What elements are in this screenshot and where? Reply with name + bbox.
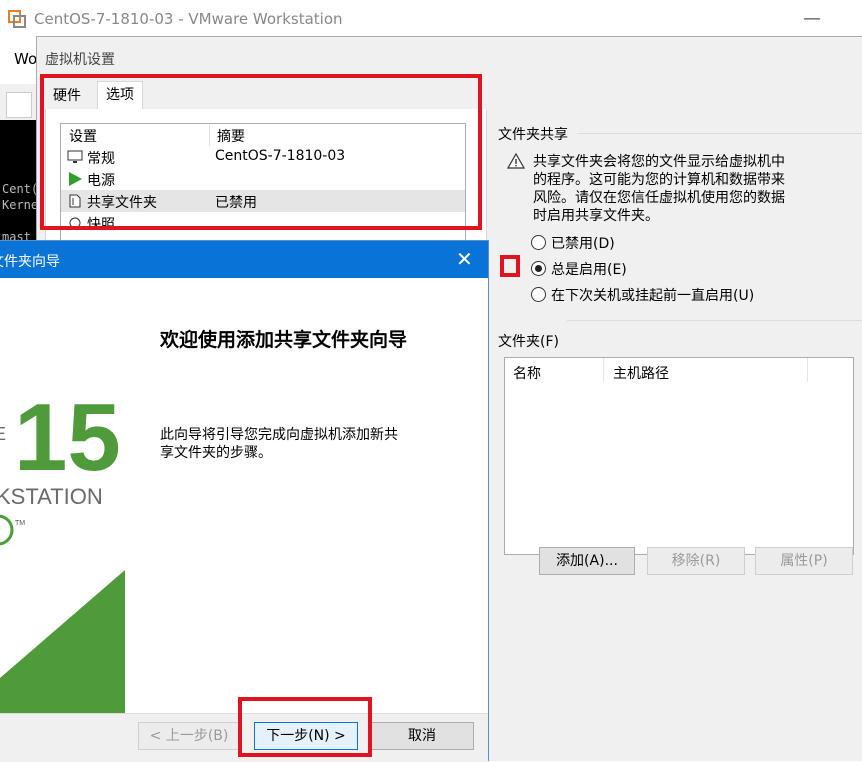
folders-label: 文件夹(F) <box>498 334 559 350</box>
wizard-title: 文件夹向导 <box>0 254 60 270</box>
warning-text: 时启用共享文件夹。 <box>533 208 659 224</box>
workstation-logo-image: 15 E KSTATION TM <box>0 384 125 713</box>
column-separator[interactable] <box>603 358 604 382</box>
header-host-path: 主机路径 <box>613 366 669 382</box>
radio-label: 在下次关机或挂起前一直启用(U) <box>551 288 755 304</box>
divider <box>567 320 862 321</box>
radio-button-selected[interactable] <box>531 261 546 276</box>
green-triangle-graphic <box>0 570 125 713</box>
logo-brand-text: KSTATION <box>0 484 103 509</box>
console-line: Kerne <box>2 198 36 212</box>
warning-text: 的程序。这可能为您的计算机和数据带来 <box>533 172 785 188</box>
add-button[interactable]: 添加(A)... <box>539 547 635 575</box>
wizard-titlebar: 文件夹向导 ✕ <box>0 241 488 278</box>
radio-label: 已禁用(D) <box>551 236 615 252</box>
logo-number: 15 <box>14 384 121 491</box>
back-button[interactable]: < 上一步(B) <box>138 722 240 750</box>
cancel-button[interactable]: 取消 <box>370 722 474 750</box>
radio-button[interactable] <box>531 235 546 250</box>
add-shared-folder-wizard: 文件夹向导 ✕ 15 E KSTATION TM 欢迎使用添加共享文件夹向导 此… <box>0 240 489 762</box>
menu-bar-partial[interactable]: Wo <box>14 50 37 68</box>
remove-button[interactable]: 移除(R) <box>647 547 745 575</box>
radio-until-poweroff[interactable]: 在下次关机或挂起前一直启用(U) <box>531 285 754 305</box>
dialog-title: 虚拟机设置 <box>45 52 115 68</box>
share-group-label: 文件夹共享 <box>498 127 568 143</box>
vm-tab-icon[interactable] <box>6 92 32 118</box>
header-name: 名称 <box>513 366 541 382</box>
close-icon[interactable]: ✕ <box>456 247 473 271</box>
radio-disabled[interactable]: 已禁用(D) <box>531 233 615 253</box>
folders-table[interactable]: 名称 主机路径 <box>504 357 854 555</box>
logo-prefix-text: E <box>0 424 6 444</box>
highlight-box-radio <box>500 255 520 277</box>
wizard-body-text: 享文件夹的步骤。 <box>160 445 272 461</box>
radio-always-enabled[interactable]: 总是启用(E) <box>531 259 627 279</box>
warning-text: 共享文件夹会将您的文件显示给虚拟机中 <box>533 154 785 170</box>
logo-tm: TM <box>15 520 25 527</box>
vmware-logo-icon <box>8 10 26 28</box>
window-title: CentOS-7-1810-03 - VMware Workstation <box>34 10 343 28</box>
properties-button[interactable]: 属性(P) <box>755 547 853 575</box>
highlight-box-tabs <box>40 74 482 230</box>
column-separator[interactable] <box>807 358 808 382</box>
console-line: Cent( <box>2 182 36 196</box>
divider <box>577 133 862 134</box>
radio-label: 总是启用(E) <box>551 262 627 278</box>
wizard-body-text: 此向导将引导您完成向虚拟机添加新共 <box>160 427 398 443</box>
wizard-heading: 欢迎使用添加共享文件夹向导 <box>160 329 408 351</box>
warning-text: 风险。请仅在您信任虚拟机使用您的数据 <box>533 190 785 206</box>
minimize-button[interactable]: — <box>803 8 821 29</box>
wizard-banner: 15 E KSTATION TM <box>0 278 125 713</box>
warning-icon <box>507 153 525 169</box>
radio-button[interactable] <box>531 287 546 302</box>
highlight-box-next <box>238 697 372 757</box>
logo-ring-icon <box>0 514 14 546</box>
